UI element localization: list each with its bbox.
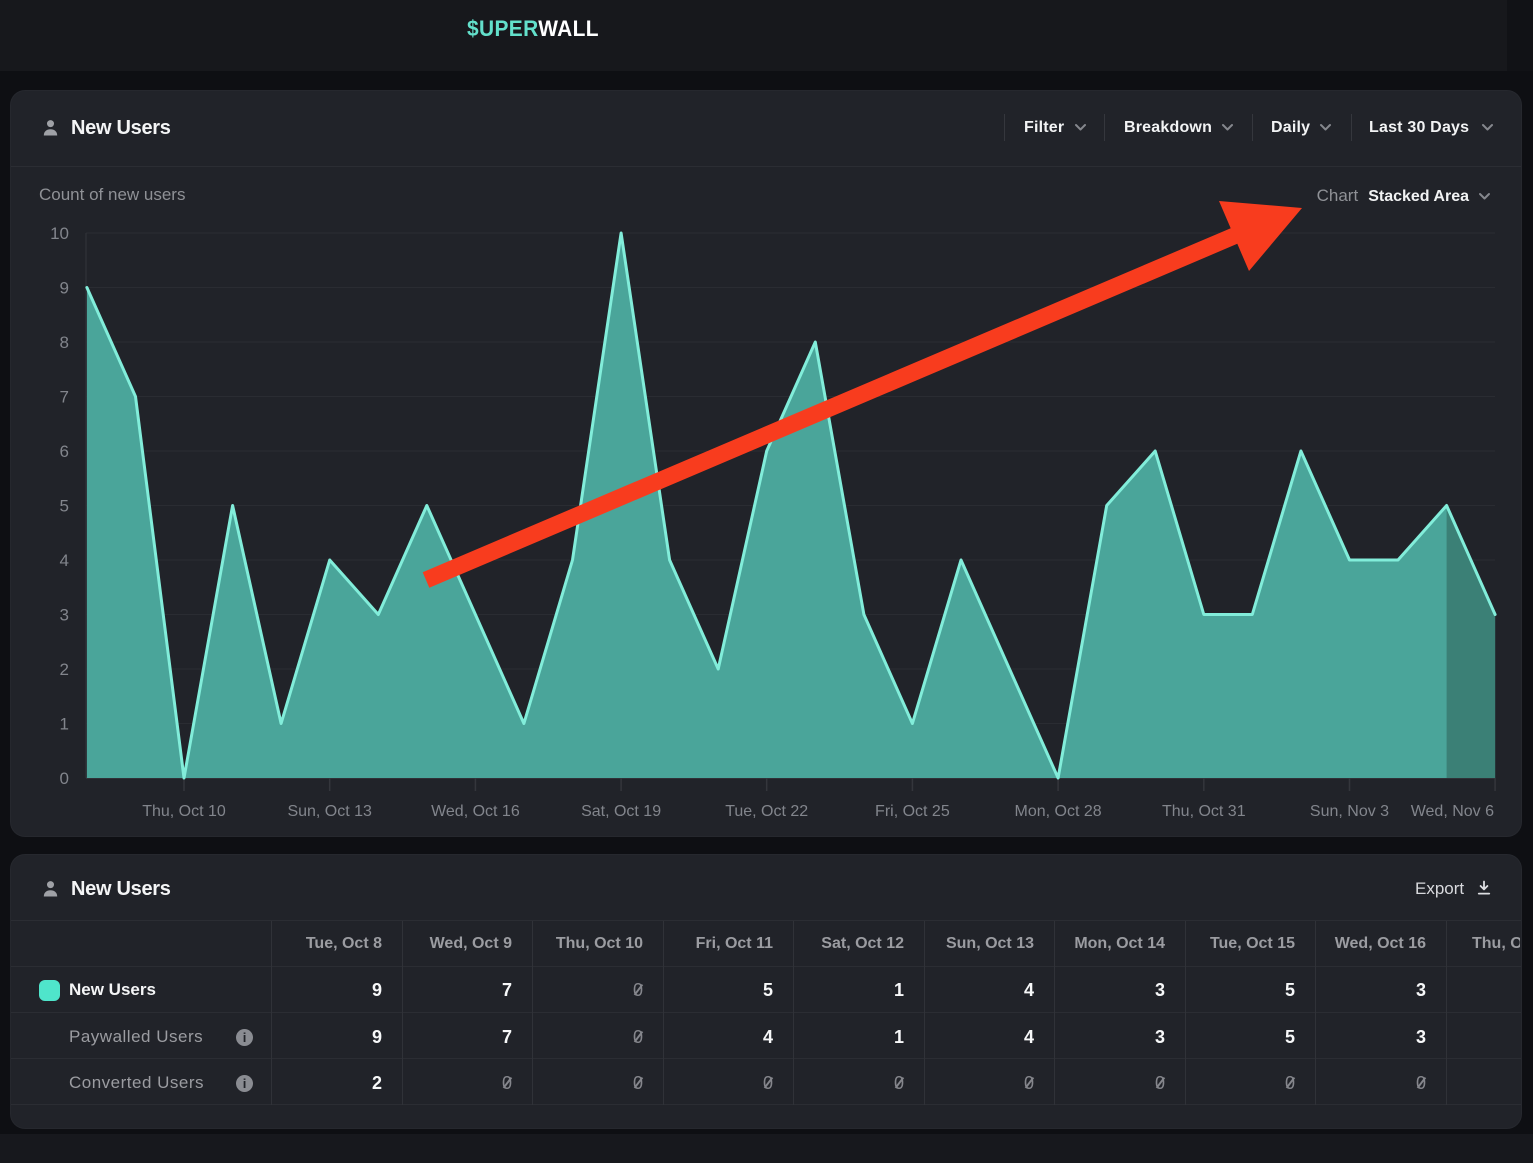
svg-text:7: 7 xyxy=(60,388,69,407)
svg-text:2: 2 xyxy=(60,660,69,679)
svg-text:Mon, Oct 28: Mon, Oct 28 xyxy=(1015,803,1102,820)
svg-text:10: 10 xyxy=(50,224,69,243)
svg-text:Sun, Oct 13: Sun, Oct 13 xyxy=(287,803,372,820)
svg-text:6: 6 xyxy=(60,442,69,461)
svg-text:Thu, Oct 31: Thu, Oct 31 xyxy=(1162,803,1246,820)
svg-text:Thu, Oct 10: Thu, Oct 10 xyxy=(142,803,226,820)
svg-text:8: 8 xyxy=(60,333,69,352)
svg-text:1: 1 xyxy=(60,715,69,734)
svg-text:Wed, Oct 16: Wed, Oct 16 xyxy=(431,803,520,820)
svg-text:Sat, Oct 19: Sat, Oct 19 xyxy=(581,803,661,820)
svg-text:Wed, Nov 6: Wed, Nov 6 xyxy=(1411,803,1494,820)
svg-text:4: 4 xyxy=(60,551,69,570)
svg-text:3: 3 xyxy=(60,606,69,625)
svg-text:5: 5 xyxy=(60,497,69,516)
svg-text:Sun, Nov 3: Sun, Nov 3 xyxy=(1310,803,1389,820)
svg-text:Fri, Oct 25: Fri, Oct 25 xyxy=(875,803,950,820)
svg-text:Tue, Oct 22: Tue, Oct 22 xyxy=(725,803,808,820)
svg-text:0: 0 xyxy=(60,769,69,788)
svg-text:9: 9 xyxy=(60,279,69,298)
